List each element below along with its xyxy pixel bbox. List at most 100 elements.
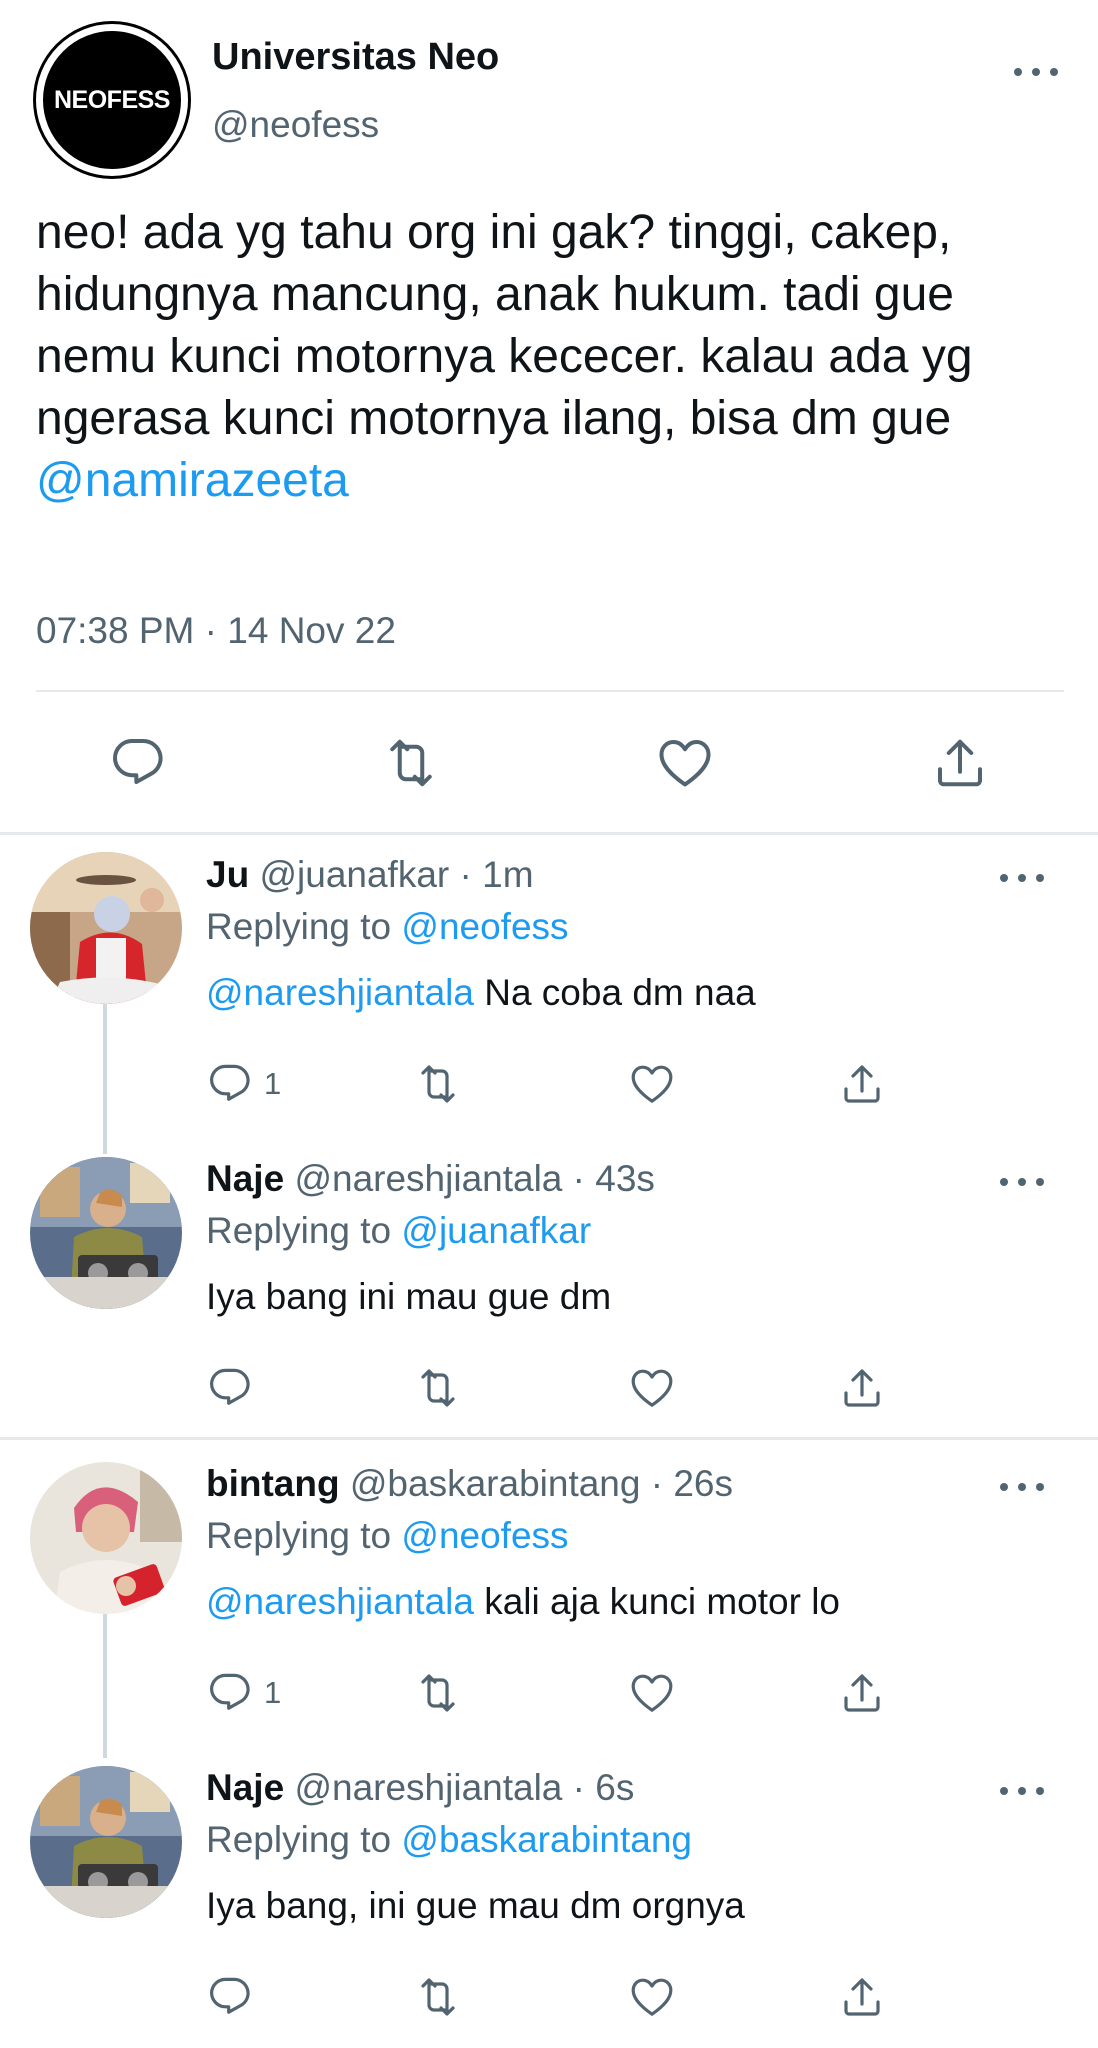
share-button[interactable] — [838, 1060, 886, 1108]
retweet-icon — [414, 1364, 462, 1412]
like-button[interactable] — [628, 1364, 676, 1412]
reply-age: · 1m — [449, 854, 534, 895]
divider — [0, 1437, 1098, 1440]
like-icon — [655, 733, 715, 793]
like-button[interactable] — [655, 733, 715, 793]
tweet-body: neo! ada yg tahu org ini gak? tinggi, ca… — [36, 206, 973, 445]
reply-count: 1 — [264, 1066, 282, 1101]
like-button[interactable] — [628, 1060, 676, 1108]
replying-to: Replying to @neofess — [206, 906, 569, 948]
reply-button[interactable]: 1 — [206, 1669, 281, 1717]
avatar[interactable] — [30, 852, 182, 1004]
replying-to-link[interactable]: @baskarabintang — [401, 1819, 692, 1860]
avatar[interactable] — [30, 1157, 182, 1309]
reply-header: Naje @nareshjiantala · 6s — [206, 1767, 634, 1809]
replying-to-link[interactable]: @neofess — [401, 906, 568, 947]
neofess-avatar[interactable]: NEOFESS — [36, 24, 188, 176]
avatar[interactable] — [30, 1462, 182, 1614]
tweet-timestamp[interactable]: 07:38 PM · 14 Nov 22 — [36, 610, 396, 652]
more-icon[interactable] — [1000, 868, 1044, 888]
tweet-time: 07:38 PM — [36, 610, 195, 651]
replying-label: Replying to — [206, 1515, 402, 1556]
share-icon — [838, 1669, 886, 1717]
replying-to-link[interactable]: @juanafkar — [401, 1210, 591, 1251]
replying-label: Replying to — [206, 1210, 402, 1251]
reply-body: Na coba dm naa — [473, 972, 756, 1013]
reply-body: kali aja kunci motor lo — [473, 1581, 840, 1622]
reply-age: · 43s — [562, 1158, 655, 1199]
like-icon — [628, 1973, 676, 2021]
share-button[interactable] — [838, 1364, 886, 1412]
retweet-button[interactable] — [381, 733, 441, 793]
like-icon — [628, 1669, 676, 1717]
replying-to: Replying to @neofess — [206, 1515, 569, 1557]
reply-author-name[interactable]: Naje — [206, 1158, 284, 1199]
more-icon[interactable] — [1000, 1477, 1044, 1497]
reply-button[interactable]: 1 — [206, 1060, 281, 1108]
tweet-date: 14 Nov 22 — [227, 610, 396, 651]
share-button[interactable] — [838, 1973, 886, 2021]
share-icon — [838, 1060, 886, 1108]
reply-author-name[interactable]: Naje — [206, 1767, 284, 1808]
thread-line — [103, 1612, 107, 1758]
reply-icon — [206, 1060, 254, 1108]
avatar-text: NEOFESS — [54, 85, 170, 114]
reply-button[interactable] — [206, 1364, 254, 1412]
more-icon[interactable] — [1000, 1172, 1044, 1192]
reply-mention-link[interactable]: @nareshjiantala — [206, 972, 474, 1013]
share-button[interactable] — [930, 733, 990, 793]
share-icon — [838, 1364, 886, 1412]
like-button[interactable] — [628, 1669, 676, 1717]
retweet-button[interactable] — [414, 1060, 462, 1108]
replying-to: Replying to @baskarabintang — [206, 1819, 692, 1861]
reply-button[interactable] — [206, 1973, 254, 2021]
naje-avatar-photo — [30, 1766, 182, 1918]
retweet-button[interactable] — [414, 1364, 462, 1412]
reply-author-handle[interactable]: @nareshjiantala — [294, 1767, 562, 1808]
reply-text: Iya bang, ini gue mau dm orgnya — [206, 1885, 745, 1926]
share-icon — [838, 1973, 886, 2021]
bintang-avatar-photo — [30, 1462, 182, 1614]
tweet-text: neo! ada yg tahu org ini gak? tinggi, ca… — [36, 202, 1056, 512]
reply-age: · 26s — [640, 1463, 734, 1504]
retweet-icon — [414, 1973, 462, 2021]
author-name[interactable]: Universitas Neo — [212, 36, 499, 79]
more-icon[interactable] — [1000, 1781, 1044, 1801]
reply-text: Iya bang ini mau gue dm — [206, 1276, 612, 1317]
share-button[interactable] — [838, 1669, 886, 1717]
reply-button[interactable] — [108, 733, 168, 793]
retweet-button[interactable] — [414, 1669, 462, 1717]
like-button[interactable] — [628, 1973, 676, 2021]
ju-avatar-photo — [30, 852, 182, 1004]
tweet-mention-link[interactable]: @namirazeeta — [36, 454, 349, 507]
thread-line — [103, 1002, 107, 1154]
reply-count: 1 — [264, 1675, 282, 1710]
reply-header: Naje @nareshjiantala · 43s — [206, 1158, 655, 1200]
reply-header: Ju @juanafkar · 1m — [206, 854, 534, 896]
replying-label: Replying to — [206, 1819, 402, 1860]
retweet-button[interactable] — [414, 1973, 462, 2021]
share-icon — [930, 733, 990, 793]
author-handle[interactable]: @neofess — [212, 104, 379, 146]
reply-mention-link[interactable]: @nareshjiantala — [206, 1581, 474, 1622]
reply-icon — [108, 733, 168, 793]
reply-author-handle[interactable]: @baskarabintang — [350, 1463, 641, 1504]
divider — [0, 832, 1098, 835]
reply-author-handle[interactable]: @nareshjiantala — [294, 1158, 562, 1199]
naje-avatar-photo — [30, 1157, 182, 1309]
divider — [36, 690, 1064, 692]
retweet-icon — [414, 1060, 462, 1108]
tweet-thread-page: NEOFESS Universitas Neo @neofess neo! ad… — [0, 0, 1098, 2048]
reply-icon — [206, 1364, 254, 1412]
reply-header: bintang @baskarabintang · 26s — [206, 1463, 733, 1505]
reply-author-handle[interactable]: @juanafkar — [259, 854, 449, 895]
avatar[interactable] — [30, 1766, 182, 1918]
reply-author-name[interactable]: Ju — [206, 854, 249, 895]
reply-age: · 6s — [562, 1767, 635, 1808]
like-icon — [628, 1364, 676, 1412]
more-icon[interactable] — [1014, 62, 1058, 82]
replying-to-link[interactable]: @neofess — [401, 1515, 568, 1556]
reply-author-name[interactable]: bintang — [206, 1463, 340, 1504]
replying-to: Replying to @juanafkar — [206, 1210, 591, 1252]
separator: · — [194, 610, 228, 651]
